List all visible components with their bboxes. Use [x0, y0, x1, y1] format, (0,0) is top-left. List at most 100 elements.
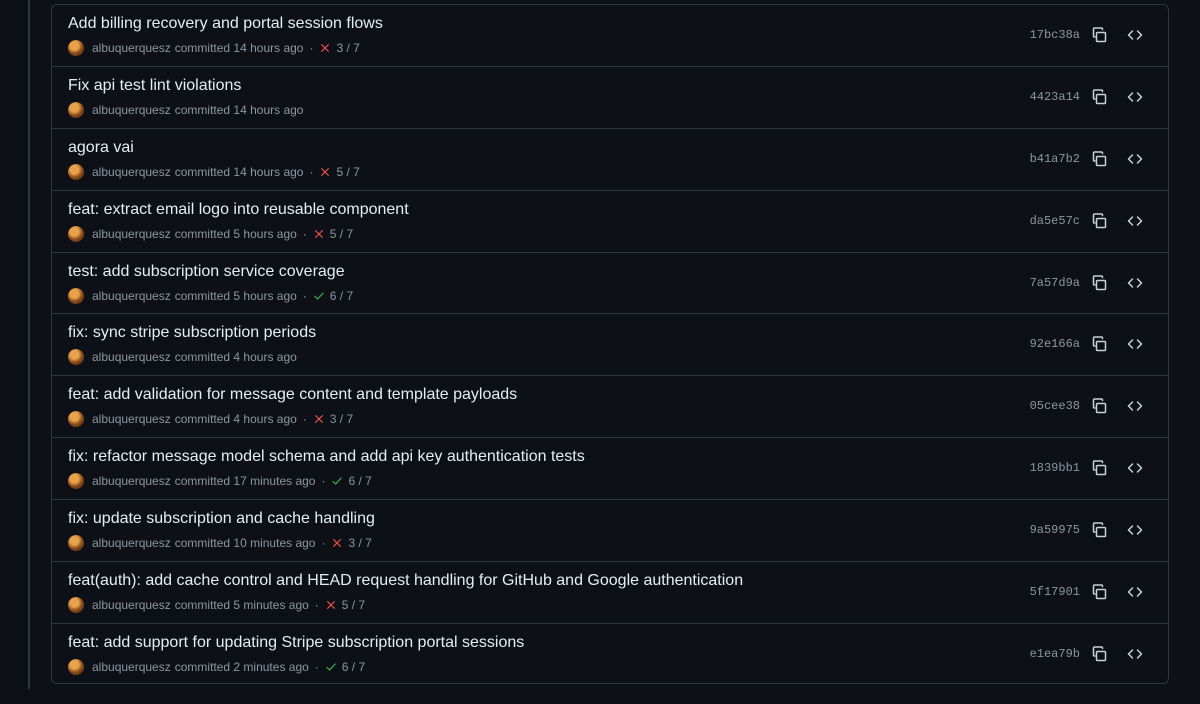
- copy-sha-button[interactable]: [1089, 148, 1111, 170]
- commit-title-link[interactable]: feat: add validation for message content…: [68, 386, 517, 404]
- browse-repo-button[interactable]: [1124, 457, 1146, 479]
- commit-sha-link[interactable]: 5f17901: [1030, 585, 1080, 599]
- copy-sha-button[interactable]: [1089, 24, 1111, 46]
- commit-row: Fix api test lint violations albuquerques…: [52, 67, 1168, 129]
- copy-sha-button[interactable]: [1089, 333, 1111, 355]
- author-avatar[interactable]: [68, 473, 84, 490]
- commit-meta: albuquerquesz committed 10 minutes ago · 3 …: [68, 535, 372, 552]
- browse-repo-button[interactable]: [1124, 148, 1146, 170]
- copy-sha-button[interactable]: [1089, 210, 1111, 232]
- commit-sha-link[interactable]: e1ea79b: [1030, 647, 1080, 661]
- commit-title-link[interactable]: feat: add support for updating Stripe su…: [68, 634, 524, 652]
- copy-sha-button[interactable]: [1089, 395, 1111, 417]
- x-icon: [333, 539, 342, 548]
- commit-sha-link[interactable]: 4423a14: [1030, 90, 1080, 104]
- commit-title-link[interactable]: Fix api test lint violations: [68, 77, 241, 95]
- copy-sha-button[interactable]: [1089, 643, 1111, 665]
- commit-title-link[interactable]: feat: extract email logo into reusable c…: [68, 201, 409, 219]
- author-link[interactable]: albuquerquesz: [92, 412, 171, 426]
- check-status[interactable]: 3 / 7: [313, 412, 353, 426]
- author-avatar[interactable]: [68, 411, 84, 428]
- commit-row: feat(auth): add cache control and HEAD r…: [52, 562, 1168, 624]
- commit-title-link[interactable]: fix: update subscription and cache handl…: [68, 510, 375, 528]
- separator-dot: ·: [302, 226, 307, 241]
- commit-row: agora vai albuquerquesz committed 14 hours…: [52, 129, 1168, 191]
- author-link[interactable]: albuquerquesz: [92, 227, 171, 241]
- check-status[interactable]: 5 / 7: [319, 165, 360, 179]
- commit-title-link[interactable]: feat(auth): add cache control and HEAD r…: [68, 572, 743, 590]
- check-status[interactable]: 6 / 7: [313, 289, 353, 303]
- author-avatar[interactable]: [68, 287, 84, 304]
- author-link[interactable]: albuquerquesz: [92, 536, 171, 550]
- commit-meta: albuquerquesz committed 5 minutes ago · 5 /…: [68, 597, 365, 614]
- author-link[interactable]: albuquerquesz: [92, 598, 171, 612]
- x-icon: [321, 44, 330, 52]
- commit-sha-link[interactable]: 7a57d9a: [1030, 276, 1080, 290]
- author-avatar[interactable]: [68, 597, 84, 614]
- copy-icon: [1092, 398, 1107, 414]
- commit-meta: albuquerquesz committed 5 hours ago · 6 / 7: [68, 287, 353, 304]
- author-avatar[interactable]: [68, 101, 84, 118]
- commit-meta: albuquerquesz committed 4 hours ago: [68, 349, 297, 366]
- copy-sha-button[interactable]: [1089, 457, 1111, 479]
- check-icon: [332, 477, 343, 485]
- commit-title-link[interactable]: Add billing recovery and portal session …: [68, 15, 383, 33]
- author-avatar[interactable]: [68, 658, 84, 675]
- browse-repo-button[interactable]: [1124, 24, 1146, 46]
- browse-repo-button[interactable]: [1124, 519, 1146, 541]
- check-status[interactable]: 6 / 7: [331, 474, 372, 489]
- browse-repo-button[interactable]: [1124, 86, 1146, 108]
- commit-meta: albuquerquesz committed 14 hours ago · 5 / …: [68, 163, 360, 180]
- commit-sha-link[interactable]: b41a7b2: [1030, 152, 1080, 166]
- author-link[interactable]: albuquerquesz: [92, 41, 171, 55]
- browse-repo-button[interactable]: [1124, 395, 1146, 417]
- copy-icon: [1092, 584, 1107, 600]
- code-icon: [1127, 277, 1143, 288]
- copy-sha-button[interactable]: [1089, 272, 1111, 294]
- copy-icon: [1092, 27, 1107, 43]
- commit-sha-link[interactable]: 9a59975: [1030, 523, 1080, 537]
- commit-meta: albuquerquesz committed 14 hours ago: [68, 101, 303, 118]
- browse-repo-button[interactable]: [1124, 210, 1146, 232]
- check-status[interactable]: 3 / 7: [331, 536, 372, 550]
- copy-sha-button[interactable]: [1089, 519, 1111, 541]
- copy-icon: [1092, 336, 1107, 352]
- check-status[interactable]: 5 / 7: [325, 598, 365, 612]
- browse-repo-button[interactable]: [1124, 643, 1146, 665]
- author-link[interactable]: albuquerquesz: [92, 165, 171, 179]
- commit-title-link[interactable]: test: add subscription service coverage: [68, 263, 345, 281]
- code-icon: [1127, 30, 1143, 40]
- commit-meta: albuquerquesz committed 4 hours ago · 3 / 7: [68, 411, 353, 428]
- browse-repo-button[interactable]: [1124, 272, 1146, 294]
- author-link[interactable]: albuquerquesz: [92, 103, 171, 117]
- commit-time: committed 2 minutes ago: [174, 659, 309, 674]
- check-status[interactable]: 3 / 7: [319, 41, 360, 55]
- author-avatar[interactable]: [68, 349, 84, 366]
- author-link[interactable]: albuquerquesz: [92, 660, 171, 674]
- commit-sha-link[interactable]: 17bc38a: [1030, 28, 1080, 42]
- author-avatar[interactable]: [68, 535, 84, 552]
- code-icon: [1127, 154, 1143, 164]
- check-count: 5 / 7: [329, 226, 354, 241]
- commit-time: committed 4 hours ago: [174, 412, 297, 427]
- check-count: 6 / 7: [348, 474, 372, 489]
- author-avatar[interactable]: [68, 163, 84, 180]
- check-status[interactable]: 5 / 7: [313, 227, 353, 241]
- commit-sha-link[interactable]: 1839bb1: [1030, 461, 1080, 475]
- commit-sha-link[interactable]: 05cee38: [1030, 399, 1080, 413]
- copy-sha-button[interactable]: [1089, 86, 1111, 108]
- commit-title-link[interactable]: fix: sync stripe subscription periods: [68, 324, 316, 342]
- author-avatar[interactable]: [68, 40, 84, 56]
- commit-title-link[interactable]: agora vai: [68, 139, 134, 157]
- check-status[interactable]: 6 / 7: [325, 660, 365, 674]
- commit-sha-link[interactable]: da5e57c: [1030, 214, 1080, 228]
- author-link[interactable]: albuquerquesz: [92, 350, 171, 364]
- author-link[interactable]: albuquerquesz: [92, 289, 171, 303]
- copy-sha-button[interactable]: [1089, 581, 1111, 603]
- author-avatar[interactable]: [68, 225, 84, 242]
- browse-repo-button[interactable]: [1124, 333, 1146, 355]
- author-link[interactable]: albuquerquesz: [92, 474, 171, 488]
- commit-title-link[interactable]: fix: refactor message model schema and a…: [68, 448, 585, 466]
- commit-sha-link[interactable]: 92e166a: [1030, 337, 1080, 351]
- browse-repo-button[interactable]: [1124, 581, 1146, 603]
